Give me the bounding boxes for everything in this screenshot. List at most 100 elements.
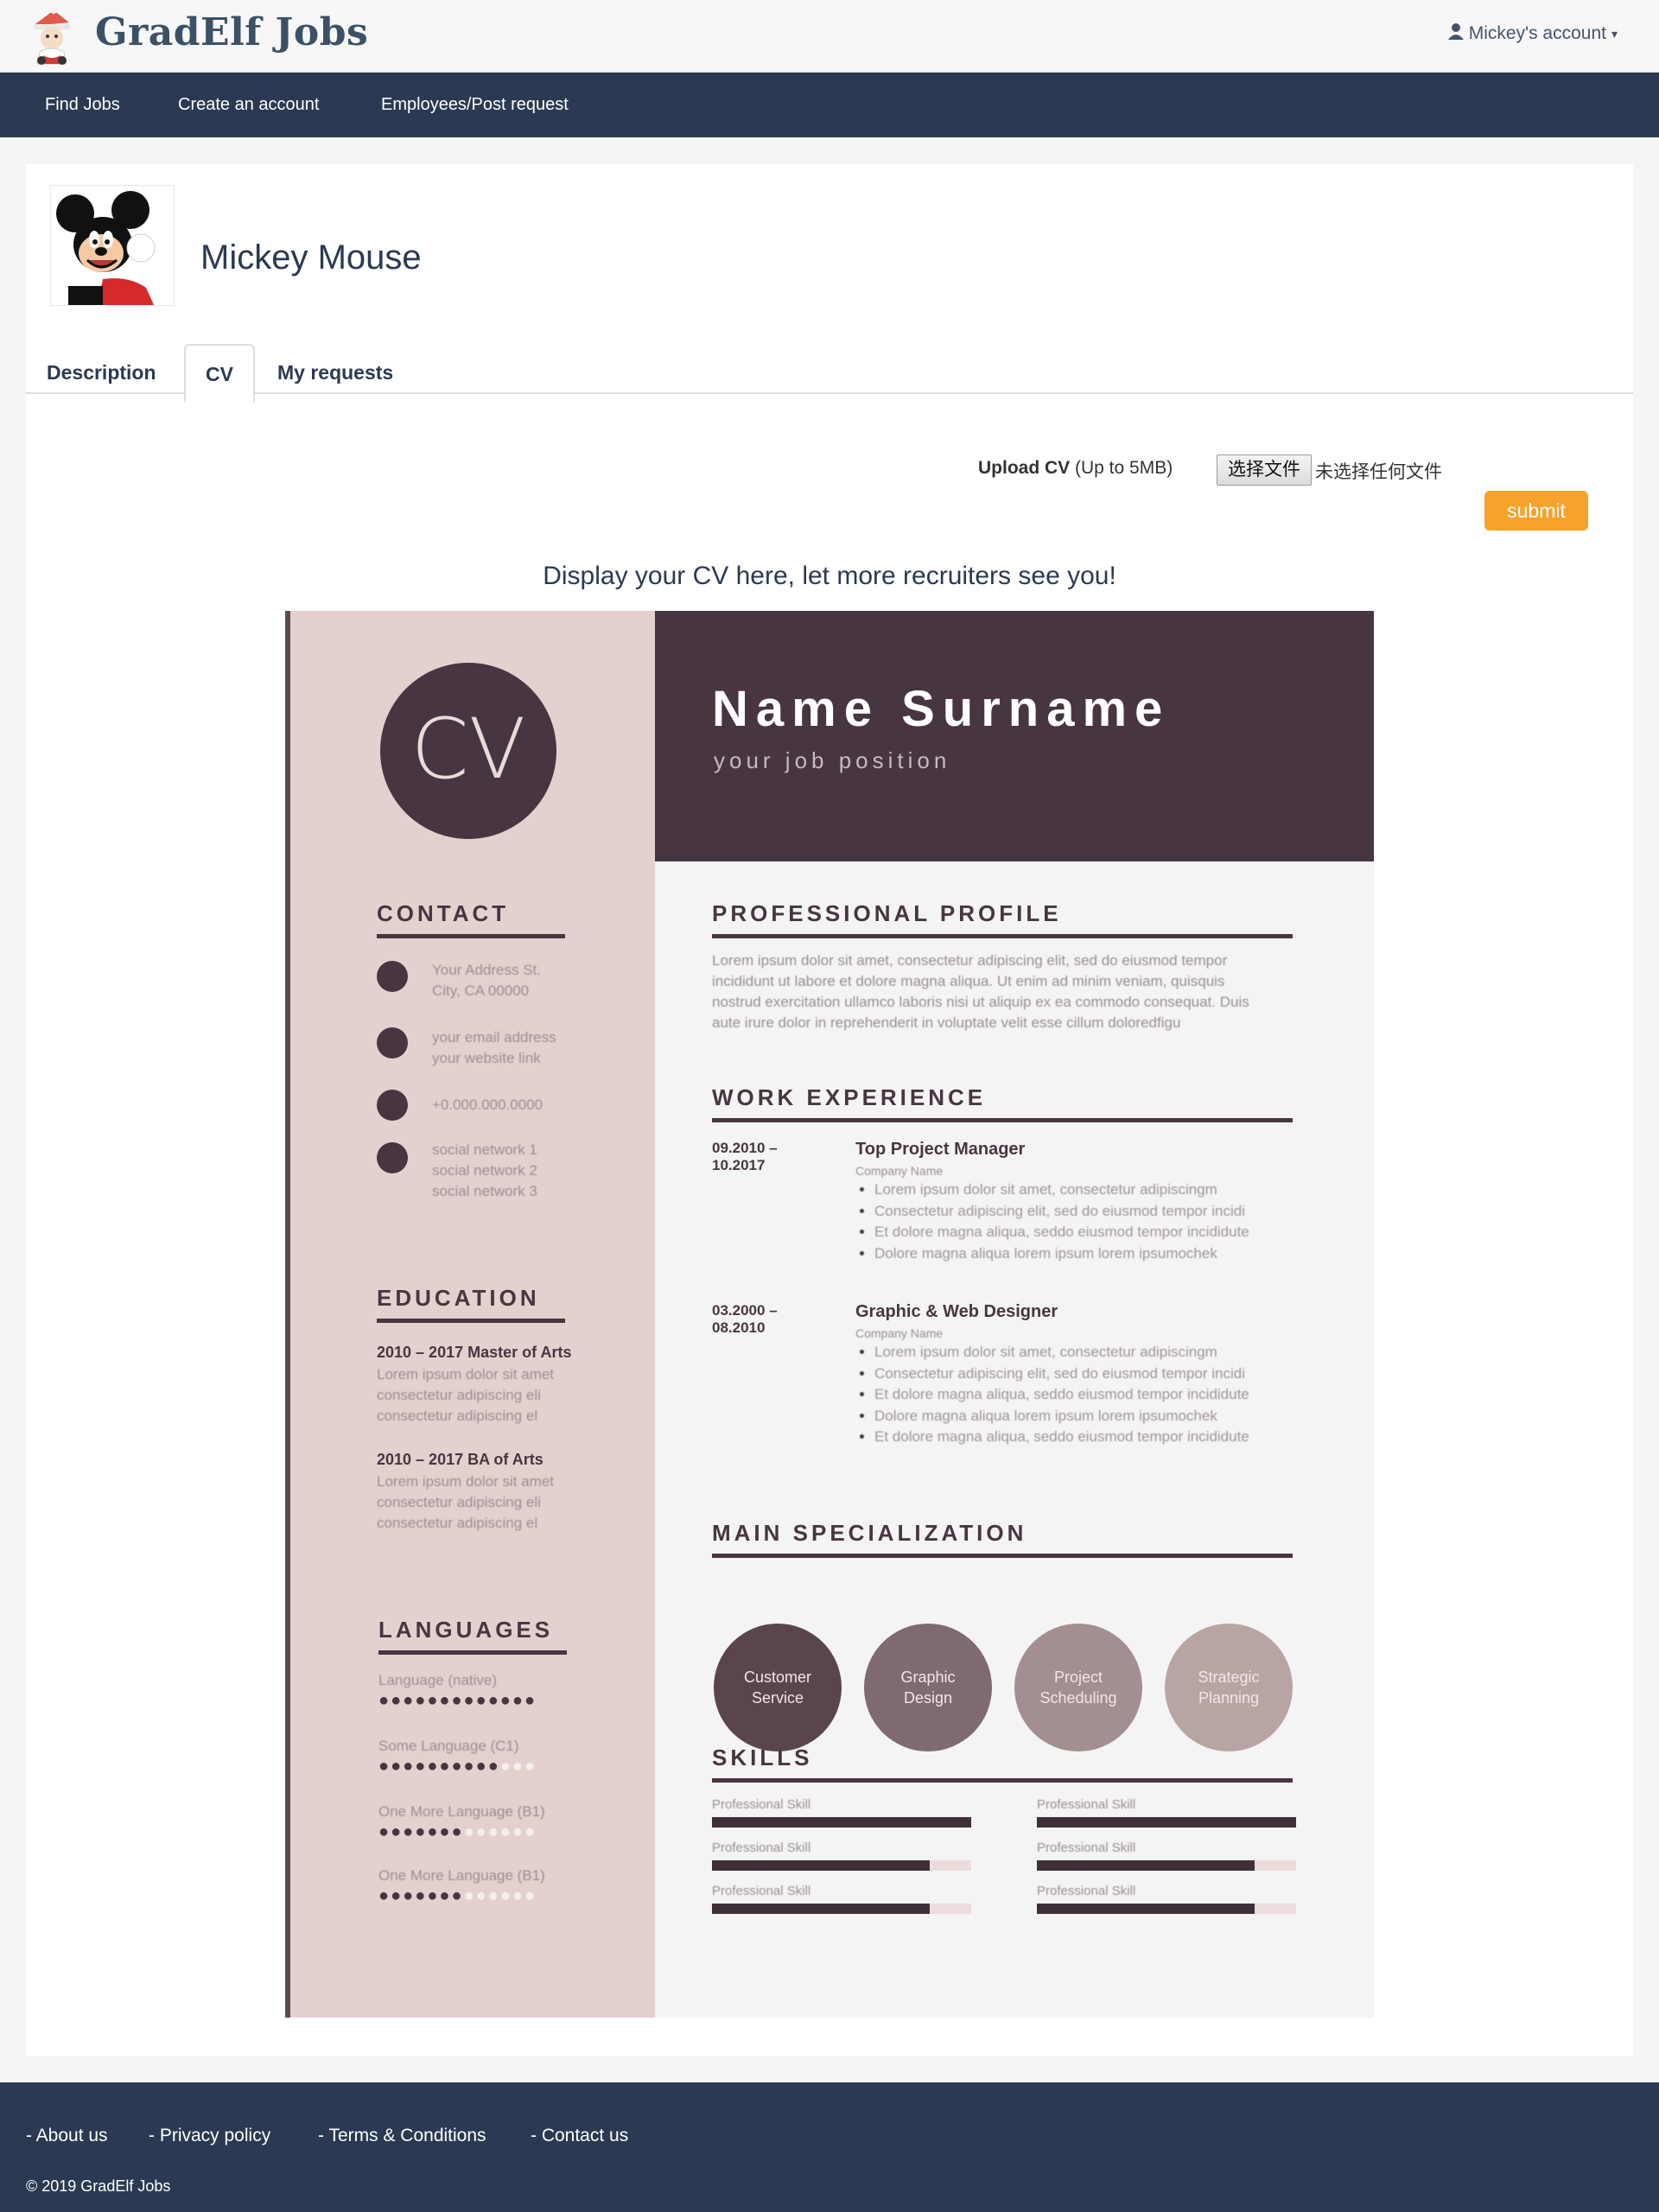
cv-edu-1-title: 2010 – 2017 Master of Arts xyxy=(377,1344,572,1361)
cv-language-2: Some Language (C1) xyxy=(378,1738,519,1754)
cv-languages-heading: LANGUAGES xyxy=(378,1617,567,1655)
list-item: Consectetur adipiscing elit, sed do eius… xyxy=(874,1363,1287,1385)
profile-tabs: Description CV My requests xyxy=(26,344,1633,403)
cv-skill-label: Professional Skill xyxy=(712,1840,811,1855)
list-item: Et dolore magna aliqua, seddo eiusmod te… xyxy=(874,1384,1287,1406)
tab-cv[interactable]: CV xyxy=(184,344,255,403)
cv-skill-fill xyxy=(1037,1817,1296,1827)
footer-copyright: © 2019 GradElf Jobs xyxy=(26,2177,171,2195)
cv-job-2-dates: 03.2000 – 08.2010 xyxy=(712,1302,778,1336)
cv-skill-label: Professional Skill xyxy=(1037,1884,1136,1898)
main-nav: Find Jobs Create an account Employees/Po… xyxy=(0,73,1659,137)
cv-language-3-level: ●●●●●●●●●●●●● xyxy=(378,1822,537,1841)
cv-name: Name Surname xyxy=(712,681,1171,737)
upload-cv-title: Upload CV xyxy=(978,458,1071,478)
cv-preview-image: CV Name Surname your job position CONTAC… xyxy=(285,611,1374,2018)
list-item: Consectetur adipiscing elit, sed do eius… xyxy=(874,1201,1287,1223)
top-header: GradElf Jobs Mickey's account ▾ xyxy=(0,0,1659,73)
cv-edu-1-desc: Lorem ipsum dolor sit amet consectetur a… xyxy=(377,1366,555,1424)
cv-language-3: One More Language (B1) xyxy=(378,1803,545,1820)
cv-spec-project-scheduling: Project Scheduling xyxy=(1014,1624,1142,1751)
footer-about-us[interactable]: - About us xyxy=(26,2126,108,2146)
nav-find-jobs[interactable]: Find Jobs xyxy=(45,95,120,115)
brand-title[interactable]: GradElf Jobs xyxy=(95,10,368,54)
cv-skill-label: Professional Skill xyxy=(712,1884,811,1898)
account-menu[interactable]: Mickey's account ▾ xyxy=(1447,22,1618,45)
cv-spec-strategic-planning: Strategic Planning xyxy=(1165,1624,1293,1751)
cv-edu-2-title: 2010 – 2017 BA of Arts xyxy=(377,1451,543,1468)
cv-skill-bar xyxy=(1037,1904,1296,1914)
user-icon xyxy=(1447,22,1464,45)
mickey-avatar-image xyxy=(56,191,156,305)
nav-employees-post-request[interactable]: Employees/Post request xyxy=(381,95,569,115)
cv-skill-bar xyxy=(1037,1860,1296,1871)
cv-skill-label: Professional Skill xyxy=(712,1797,811,1812)
social-icon xyxy=(377,1142,408,1173)
cv-edu-2-desc: Lorem ipsum dolor sit amet consectetur a… xyxy=(377,1473,555,1531)
list-item: Dolore magna aliqua lorem ipsum lorem ip… xyxy=(874,1406,1287,1427)
cv-job-2-company: Company Name xyxy=(855,1326,944,1340)
list-item: Lorem ipsum dolor sit amet, consectetur … xyxy=(874,1179,1287,1201)
cv-skill-label: Professional Skill xyxy=(1037,1840,1136,1855)
elf-logo-icon[interactable] xyxy=(24,7,79,66)
cv-circle-logo: CV xyxy=(380,663,556,839)
cv-job-2-bullets: Lorem ipsum dolor sit amet, consectetur … xyxy=(855,1342,1287,1448)
list-item: Dolore magna aliqua lorem ipsum lorem ip… xyxy=(874,1243,1287,1265)
cv-job-1-title: Top Project Manager xyxy=(855,1140,1026,1159)
nav-create-account[interactable]: Create an account xyxy=(178,95,319,115)
cv-job-2-title: Graphic & Web Designer xyxy=(855,1302,1058,1321)
cv-skill-label: Professional Skill xyxy=(1037,1797,1136,1812)
cv-spec-graphic-design: Graphic Design xyxy=(864,1624,992,1751)
cv-language-4: One More Language (B1) xyxy=(378,1867,545,1884)
submit-button[interactable]: submit xyxy=(1484,491,1588,531)
cv-job-1-bullets: Lorem ipsum dolor sit amet, consectetur … xyxy=(855,1179,1287,1264)
list-item: Et dolore magna aliqua, seddo eiusmod te… xyxy=(874,1222,1287,1243)
list-item: Et dolore magna aliqua, seddo eiusmod te… xyxy=(874,1427,1287,1448)
cv-spec-customer-service: Customer Service xyxy=(714,1624,842,1751)
upload-cv-label: Upload CV (Up to 5MB) xyxy=(978,458,1173,479)
cv-profile-text: Lorem ipsum dolor sit amet, consectetur … xyxy=(712,952,1249,1031)
cv-skill-fill xyxy=(1037,1860,1255,1871)
list-item: Lorem ipsum dolor sit amet, consectetur … xyxy=(874,1342,1287,1363)
cv-skill-bar xyxy=(712,1817,971,1827)
footer-contact-us[interactable]: - Contact us xyxy=(531,2126,628,2146)
cv-contact-phone: +0.000.000.0000 xyxy=(432,1096,543,1113)
footer-terms-conditions[interactable]: - Terms & Conditions xyxy=(318,2126,486,2146)
cv-contact-social: social network 1 social network 2 social… xyxy=(432,1141,537,1199)
caret-down-icon: ▾ xyxy=(1611,26,1618,41)
cv-work-heading: WORK EXPERIENCE xyxy=(712,1084,1293,1122)
cv-skill-fill xyxy=(1037,1904,1255,1914)
upload-cv-note: (Up to 5MB) xyxy=(1070,458,1173,478)
cv-skill-fill xyxy=(712,1904,930,1914)
cv-education-heading: EDUCATION xyxy=(377,1285,565,1323)
cv-job-1-dates: 09.2010 – 10.2017 xyxy=(712,1140,778,1173)
cv-skill-bar xyxy=(712,1904,971,1914)
cv-skill-fill xyxy=(712,1817,971,1827)
cv-language-1: Language (native) xyxy=(378,1672,498,1688)
profile-card: Mickey Mouse Description CV My requests … xyxy=(26,164,1633,2056)
cv-contact-address: Your Address St. City, CA 00000 xyxy=(432,962,542,999)
cv-job-position: your job position xyxy=(714,747,951,773)
site-footer: - About us - Privacy policy - Terms & Co… xyxy=(0,2082,1659,2212)
cv-contact-email: your email address your website link xyxy=(432,1029,556,1066)
cv-caption: Display your CV here, let more recruiter… xyxy=(543,562,1116,590)
choose-file-button[interactable]: 选择文件 xyxy=(1217,454,1312,486)
cv-language-1-level: ●●●●●●●●●●●●● xyxy=(378,1691,537,1710)
location-icon xyxy=(377,961,408,992)
tab-my-requests[interactable]: My requests xyxy=(277,344,416,403)
cv-contact-heading: CONTACT xyxy=(377,900,565,938)
cv-language-4-level: ●●●●●●●●●●●●● xyxy=(378,1886,537,1905)
file-status-text: 未选择任何文件 xyxy=(1315,462,1442,482)
cv-skill-bar xyxy=(712,1860,971,1871)
tab-description[interactable]: Description xyxy=(47,344,194,403)
cv-specialization-heading: MAIN SPECIALIZATION xyxy=(712,1520,1293,1558)
cv-skill-bar xyxy=(1037,1817,1296,1827)
cv-profile-heading: PROFESSIONAL PROFILE xyxy=(712,900,1293,938)
footer-privacy-policy[interactable]: - Privacy policy xyxy=(149,2126,270,2146)
account-label: Mickey's account xyxy=(1468,23,1606,43)
phone-icon xyxy=(377,1090,408,1121)
cv-skill-fill xyxy=(712,1860,930,1871)
cv-skills-heading: SKILLS xyxy=(712,1745,1293,1783)
email-icon xyxy=(377,1027,408,1058)
cv-job-1-company: Company Name xyxy=(855,1164,944,1178)
